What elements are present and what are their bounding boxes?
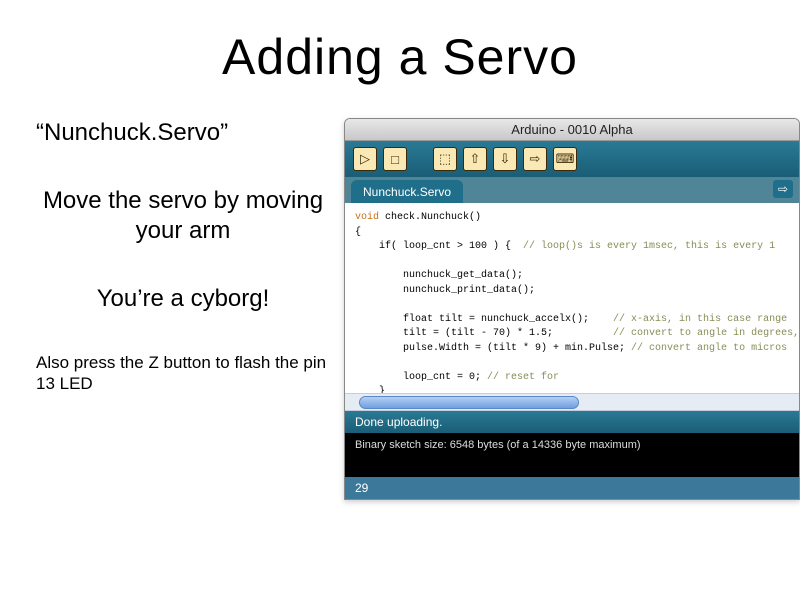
ide-window-title: Arduino - 0010 Alpha	[345, 119, 799, 141]
code-line: check.Nunchuck()	[379, 212, 481, 223]
sketch-tab[interactable]: Nunchuck.Servo	[351, 180, 463, 203]
scrollbar-thumb[interactable]	[359, 396, 579, 409]
code-line: tilt = (tilt - 70) * 1.5;	[355, 328, 613, 339]
arduino-ide-window: Arduino - 0010 Alpha ▷ □ ⬚ ⇧ ⇩ ⇨ ⌨ Nunch…	[344, 118, 800, 500]
code-editor[interactable]: void check.Nunchuck() { if( loop_cnt > 1…	[345, 203, 799, 393]
ide-toolbar: ▷ □ ⬚ ⇧ ⇩ ⇨ ⌨	[345, 141, 799, 177]
ide-footer: 29	[345, 477, 799, 499]
new-button[interactable]: ⬚	[433, 147, 457, 171]
slide-subtext: Also press the Z button to flash the pin…	[36, 352, 330, 395]
verify-button[interactable]: ▷	[353, 147, 377, 171]
code-line: loop_cnt = 0;	[355, 372, 487, 383]
export-button[interactable]: ⇨	[523, 147, 547, 171]
code-comment: // convert to angle in degrees,	[613, 328, 799, 339]
code-comment: // convert angle to micros	[631, 343, 787, 354]
code-line: if( loop_cnt > 100 ) {	[355, 241, 517, 252]
code-line: pulse.Width = (tilt * 9) + min.Pulse;	[355, 343, 631, 354]
slide-text-3: You’re a cyborg!	[36, 284, 330, 314]
ide-tabbar: Nunchuck.Servo ⇨	[345, 177, 799, 203]
open-button[interactable]: ⇧	[463, 147, 487, 171]
stop-button[interactable]: □	[383, 147, 407, 171]
ide-status-bar: Done uploading.	[345, 411, 799, 433]
code-comment: // loop()s is every 1msec, this is every…	[517, 241, 775, 252]
code-keyword: void	[355, 212, 379, 223]
horizontal-scrollbar[interactable]	[345, 393, 799, 411]
code-line: nunchuck_print_data();	[355, 285, 535, 296]
slide-text-column: “Nunchuck.Servo” Move the servo by movin…	[0, 118, 340, 500]
save-button[interactable]: ⇩	[493, 147, 517, 171]
slide-title: Adding a Servo	[0, 0, 800, 96]
tab-menu-button[interactable]: ⇨	[773, 180, 793, 198]
code-line: }	[355, 386, 385, 393]
ide-console: Binary sketch size: 6548 bytes (of a 143…	[345, 433, 799, 477]
slide-text-1: “Nunchuck.Servo”	[36, 118, 330, 148]
code-comment: // x-axis, in this case range	[613, 314, 787, 325]
code-comment: // reset for	[487, 372, 559, 383]
serial-monitor-button[interactable]: ⌨	[553, 147, 577, 171]
code-line: nunchuck_get_data();	[355, 270, 523, 281]
slide-text-2: Move the servo by moving your arm	[36, 186, 330, 246]
code-line: float tilt = nunchuck_accelx();	[355, 314, 613, 325]
code-line: {	[355, 227, 361, 238]
